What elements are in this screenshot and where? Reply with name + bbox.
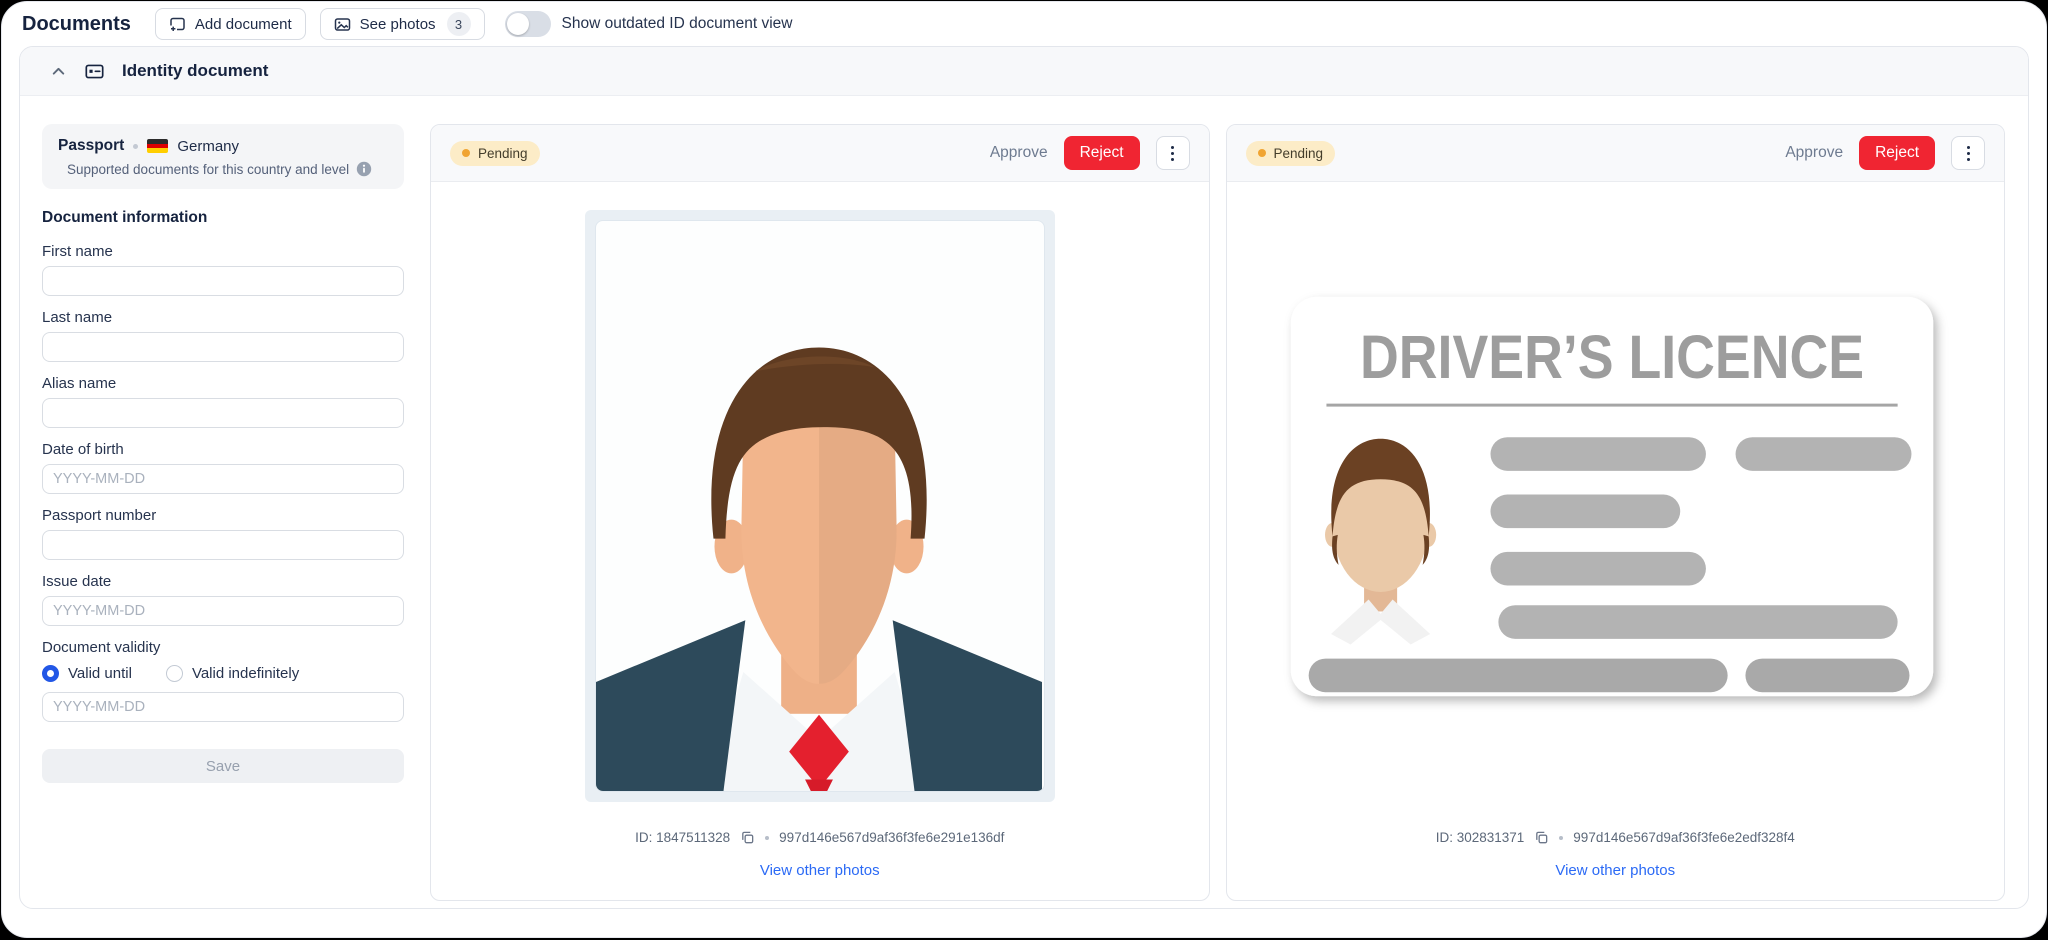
section-title: Identity document xyxy=(122,61,269,80)
passport-number-input[interactable] xyxy=(42,530,404,560)
passport-number-field: Passport number xyxy=(42,507,404,560)
approve-button[interactable]: Approve xyxy=(1785,144,1843,162)
alias-name-label: Alias name xyxy=(42,375,117,392)
photos-icon xyxy=(334,16,351,33)
date-of-birth-input[interactable] xyxy=(42,464,404,494)
save-button[interactable]: Save xyxy=(42,749,404,783)
country-label: Germany xyxy=(177,137,240,155)
status-badge: Pending xyxy=(450,140,540,166)
kebab-icon xyxy=(1966,145,1970,149)
chevron-up-icon xyxy=(52,67,65,75)
passport-card-footer: ID: 1847511328 997d146e567d9af36f3fe6e29… xyxy=(431,830,1209,900)
outdated-toggle-group: Show outdated ID document view xyxy=(504,11,793,37)
licence-title-text: DRIVER’S LICENCE xyxy=(1360,323,1864,391)
copy-id-button[interactable] xyxy=(740,830,755,845)
date-of-birth-label: Date of birth xyxy=(42,441,124,458)
first-name-input[interactable] xyxy=(42,266,404,296)
more-options-button[interactable] xyxy=(1155,136,1190,170)
info-icon[interactable] xyxy=(356,161,372,177)
page-title: Documents xyxy=(22,12,131,35)
radio-selected-icon xyxy=(42,665,59,682)
validity-radio-group: Valid until Valid indefinitely xyxy=(42,665,404,682)
licence-photo-area: DRIVER’S LICENCE xyxy=(1227,182,2005,830)
document-id-text: ID: 1847511328 xyxy=(635,830,731,845)
valid-indefinitely-radio[interactable]: Valid indefinitely xyxy=(165,665,300,682)
status-badge: Pending xyxy=(1245,140,1336,166)
issue-date-field: Issue date xyxy=(42,573,404,626)
last-name-input[interactable] xyxy=(42,332,404,362)
topbar: Documents Add document See photos 3 Show… xyxy=(2,2,2046,46)
alias-name-input[interactable] xyxy=(42,398,404,428)
date-of-birth-field: Date of birth xyxy=(42,441,404,494)
add-document-icon xyxy=(169,16,186,33)
collapse-section-button[interactable] xyxy=(50,63,67,80)
issue-date-label: Issue date xyxy=(42,573,112,590)
reject-button[interactable]: Reject xyxy=(1859,136,1935,170)
licence-illustration[interactable]: DRIVER’S LICENCE xyxy=(1279,289,1951,724)
see-photos-label: See photos xyxy=(359,15,436,33)
toggle-knob xyxy=(506,13,529,35)
status-dot xyxy=(462,149,470,157)
identity-document-section: Identity document Passport Germany Suppo… xyxy=(19,46,2029,909)
document-id-text: ID: 302831371 xyxy=(1435,830,1525,845)
outdated-toggle-label: Show outdated ID document view xyxy=(561,15,793,32)
page: Documents Add document See photos 3 Show… xyxy=(1,1,2047,938)
dot-separator xyxy=(133,143,139,149)
doc-type-box: Passport Germany Supported documents for… xyxy=(42,124,404,189)
identity-section-header: Identity document xyxy=(20,47,2028,96)
valid-until-label: Valid until xyxy=(68,665,132,682)
approve-button[interactable]: Approve xyxy=(990,144,1048,162)
valid-until-date-field xyxy=(42,692,404,722)
radio-unselected-icon xyxy=(165,665,183,682)
document-hash: 997d146e567d9af36f3fe6e2edf328f4 xyxy=(1573,830,1795,845)
passport-document-card: Pending Approve Reject ID: 1847511328 99… xyxy=(430,124,1210,901)
status-label: Pending xyxy=(478,145,528,161)
licence-card-footer: ID: 302831371 997d146e567d9af36f3fe6e2ed… xyxy=(1227,830,2005,900)
licence-card-header: Pending Approve Reject xyxy=(1226,125,2004,182)
add-document-label: Add document xyxy=(194,15,292,33)
id-card-icon xyxy=(84,61,105,82)
reject-button[interactable]: Reject xyxy=(1063,136,1140,170)
alias-name-field: Alias name xyxy=(42,375,404,428)
licence-document-card: Pending Approve Reject DRIVER’S LICENCE … xyxy=(1225,124,2005,901)
last-name-field: Last name xyxy=(42,309,404,362)
document-hash: 997d146e567d9af36f3fe6e291e136df xyxy=(779,830,1005,845)
add-document-button[interactable]: Add document xyxy=(154,8,306,40)
passport-card-header: Pending Approve Reject xyxy=(431,125,1209,182)
kebab-icon xyxy=(1171,145,1174,149)
issue-date-input[interactable] xyxy=(42,596,404,626)
document-cards: Pending Approve Reject ID: 1847511328 99… xyxy=(430,124,2005,901)
passport-photo-area xyxy=(431,182,1209,830)
copy-id-button[interactable] xyxy=(1534,830,1549,845)
photos-count-badge: 3 xyxy=(446,12,471,36)
valid-until-radio[interactable]: Valid until xyxy=(42,665,132,682)
document-form-panel: Passport Germany Supported documents for… xyxy=(42,124,404,901)
passport-avatar-illustration xyxy=(594,220,1045,792)
first-name-field: First name xyxy=(42,243,404,296)
valid-until-date-input[interactable] xyxy=(42,692,404,722)
copy-icon xyxy=(742,831,754,844)
more-options-button[interactable] xyxy=(1951,136,1985,170)
outdated-view-toggle[interactable] xyxy=(504,11,551,37)
supported-docs-text: Supported documents for this country and… xyxy=(67,161,350,177)
view-other-photos-link[interactable]: View other photos xyxy=(760,862,880,879)
see-photos-button[interactable]: See photos 3 xyxy=(319,8,485,40)
hash-separator-dot xyxy=(765,835,770,840)
status-dot xyxy=(1257,149,1266,157)
valid-indefinitely-label: Valid indefinitely xyxy=(191,665,300,682)
copy-icon xyxy=(1536,831,1548,844)
form-title: Document information xyxy=(42,209,208,226)
passport-photo[interactable] xyxy=(584,210,1055,802)
first-name-label: First name xyxy=(42,243,113,260)
doc-type-label: Passport xyxy=(58,137,125,154)
status-label: Pending xyxy=(1273,145,1324,161)
last-name-label: Last name xyxy=(42,309,113,326)
germany-flag-icon xyxy=(147,139,169,153)
identity-section-body: Passport Germany Supported documents for… xyxy=(20,96,2028,901)
view-other-photos-link[interactable]: View other photos xyxy=(1555,862,1675,879)
document-validity-label: Document validity xyxy=(42,639,161,656)
hash-separator-dot xyxy=(1559,835,1564,840)
passport-number-label: Passport number xyxy=(42,507,157,524)
